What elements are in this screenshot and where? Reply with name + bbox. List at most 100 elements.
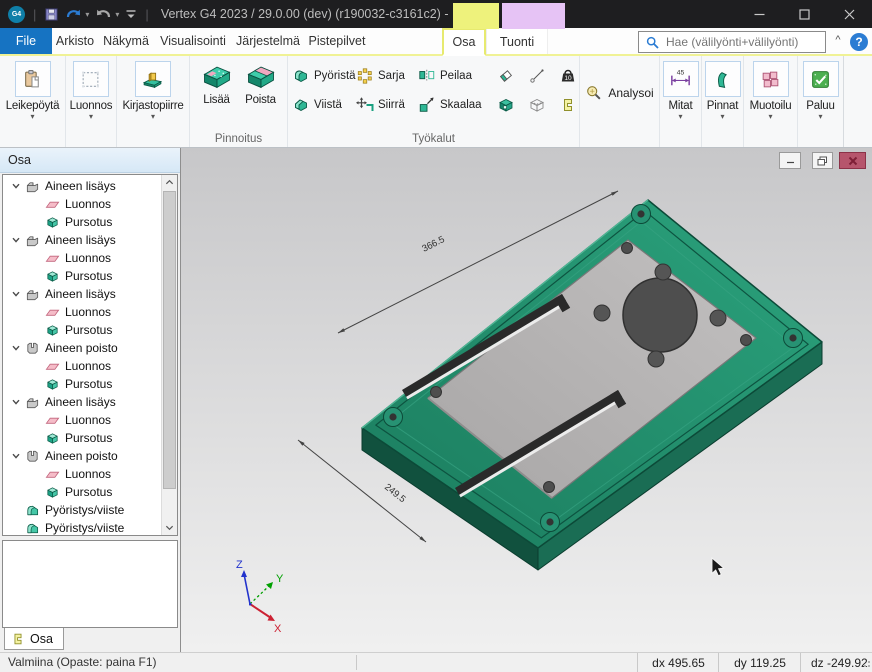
measure-line-icon (528, 67, 546, 85)
tree-item[interactable]: Aineen poisto (5, 447, 161, 465)
search-input[interactable] (664, 34, 825, 50)
library-feature-button[interactable]: Kirjastopiirre ▾ (122, 56, 183, 121)
sketch-icon (45, 305, 60, 320)
group-label-pinnoitus: Pinnoitus (190, 130, 287, 147)
ribbon-tab-row: File Arkisto Näkymä Visualisointi Järjes… (0, 28, 872, 56)
svg-text:10: 10 (564, 75, 572, 82)
tab-pistepilvet[interactable]: Pistepilvet (304, 28, 370, 54)
sweep-tool-icon (497, 67, 515, 85)
tree-item[interactable]: Aineen lisäys (5, 177, 161, 195)
chevron-down-icon[interactable] (11, 451, 21, 461)
maximize-button[interactable] (782, 0, 827, 28)
tab-arkisto[interactable]: Arkisto (52, 28, 98, 54)
chevron-down-icon[interactable] (11, 289, 21, 299)
sweep-tool-button[interactable] (490, 67, 521, 85)
tree-item[interactable]: Pursotus (5, 483, 161, 501)
tree-item[interactable]: Luonnos (5, 195, 161, 213)
customize-toolbar-button[interactable] (125, 8, 137, 20)
forming-button[interactable]: Muotoilu ▾ (750, 56, 792, 121)
tree-item[interactable]: Pursotus (5, 213, 161, 231)
chevron-down-icon[interactable] (11, 181, 21, 191)
window-title: Vertex G4 2023 / 29.0.00 (dev) (r190032-… (161, 7, 492, 21)
sketch-icon (45, 467, 60, 482)
tree-item[interactable]: Aineen lisäys (5, 231, 161, 249)
part-tool-button[interactable] (552, 97, 583, 113)
add-coating-button[interactable]: Lisää (200, 56, 234, 106)
tree-item[interactable]: Luonnos (5, 465, 161, 483)
redo-button[interactable] (95, 7, 112, 22)
tree-item-label: Aineen poisto (45, 449, 118, 463)
panel-tab-bar: Osa (0, 628, 180, 652)
surfaces-button[interactable]: Pinnat ▾ (705, 56, 741, 121)
pattern-button[interactable]: Sarja (356, 67, 418, 85)
tree-item[interactable]: Pursotus (5, 375, 161, 393)
collapse-ribbon-button[interactable]: ^ (830, 34, 846, 46)
viewport-restore-button[interactable] (812, 152, 833, 169)
app-logo-icon[interactable]: G4 (8, 6, 25, 23)
viewport-minimize-button[interactable] (779, 152, 801, 169)
undo-dropdown-caret-icon[interactable]: ▾ (85, 10, 89, 19)
dimensions-button[interactable]: 45 Mitat ▾ (663, 56, 699, 121)
scale-button[interactable]: Skaalaa (418, 96, 490, 114)
move-button[interactable]: Siirrä (356, 96, 418, 114)
clipboard-button[interactable]: Leikepöytä ▾ (6, 56, 60, 121)
tuonti-tab-highlight (502, 3, 565, 29)
tree-item[interactable]: Pyöristys/viiste (5, 501, 161, 519)
measure-line-button[interactable] (521, 67, 552, 85)
close-button[interactable] (827, 0, 872, 28)
tree-item-label: Pursotus (65, 431, 112, 445)
sketch-button[interactable]: Luonnos ▾ (70, 56, 113, 121)
add-icon (25, 395, 40, 410)
tree-item[interactable]: Pursotus (5, 429, 161, 447)
panel-tab-osa[interactable]: Osa (4, 628, 64, 650)
chevron-down-icon[interactable] (11, 235, 21, 245)
tree-scrollbar[interactable] (161, 175, 177, 535)
tab-visualisointi[interactable]: Visualisointi (154, 28, 232, 54)
scroll-down-button[interactable] (162, 520, 177, 535)
extrude-icon (45, 323, 60, 338)
ribbon-group-pinnoitus: Lisää Poista Pinnoitus (190, 56, 288, 147)
dropdown-caret-icon: ▾ (89, 113, 93, 121)
solid-box-button[interactable] (490, 96, 521, 114)
scrollbar-thumb[interactable] (163, 191, 176, 489)
tree-item[interactable]: Luonnos (5, 411, 161, 429)
tree-item[interactable]: Pursotus (5, 267, 161, 285)
fillet-button[interactable]: Pyöristä (292, 67, 356, 85)
help-button[interactable]: ? (850, 33, 868, 51)
tree-item[interactable]: Pursotus (5, 321, 161, 339)
return-button[interactable]: Paluu ▾ (803, 56, 839, 121)
dropdown-caret-icon: ▾ (30, 113, 34, 121)
resize-grip[interactable] (861, 657, 871, 671)
tree-item[interactable]: Aineen lisäys (5, 393, 161, 411)
weight-button[interactable]: 10 (552, 67, 583, 85)
tab-file[interactable]: File (0, 28, 52, 54)
tab-jarjestelma[interactable]: Järjestelmä (232, 28, 304, 54)
viewport-close-button[interactable] (839, 152, 866, 169)
tab-osa[interactable]: Osa (442, 28, 486, 56)
search-box[interactable] (638, 31, 826, 53)
wireframe-box-button[interactable] (521, 96, 552, 114)
mirror-button[interactable]: Peilaa (418, 67, 490, 85)
remove-coating-button[interactable]: Poista (244, 56, 278, 106)
chevron-down-icon[interactable] (11, 397, 21, 407)
tree-item[interactable]: Luonnos (5, 249, 161, 267)
tree-item[interactable]: Pyöristys/viiste (5, 519, 161, 536)
3d-viewport[interactable]: 366.5 249.5 (181, 148, 872, 652)
tree-item[interactable]: Luonnos (5, 303, 161, 321)
tree-item[interactable]: Luonnos (5, 357, 161, 375)
tree-item[interactable]: Aineen lisäys (5, 285, 161, 303)
analyze-button[interactable]: Analysoi (585, 84, 653, 102)
fillet-icon (292, 67, 310, 85)
redo-dropdown-caret-icon[interactable]: ▾ (115, 10, 119, 19)
undo-button[interactable] (65, 7, 82, 22)
scroll-up-button[interactable] (162, 175, 177, 190)
form-grid-icon (760, 69, 781, 90)
chevron-down-icon[interactable] (11, 343, 21, 353)
minimize-button[interactable] (737, 0, 782, 28)
pattern-icon (356, 67, 374, 85)
tab-tuonti[interactable]: Tuonti (486, 28, 548, 54)
tab-nakyma[interactable]: Näkymä (98, 28, 154, 54)
save-button[interactable] (44, 7, 59, 22)
chamfer-button[interactable]: Viistä (292, 96, 356, 114)
tree-item[interactable]: Aineen poisto (5, 339, 161, 357)
